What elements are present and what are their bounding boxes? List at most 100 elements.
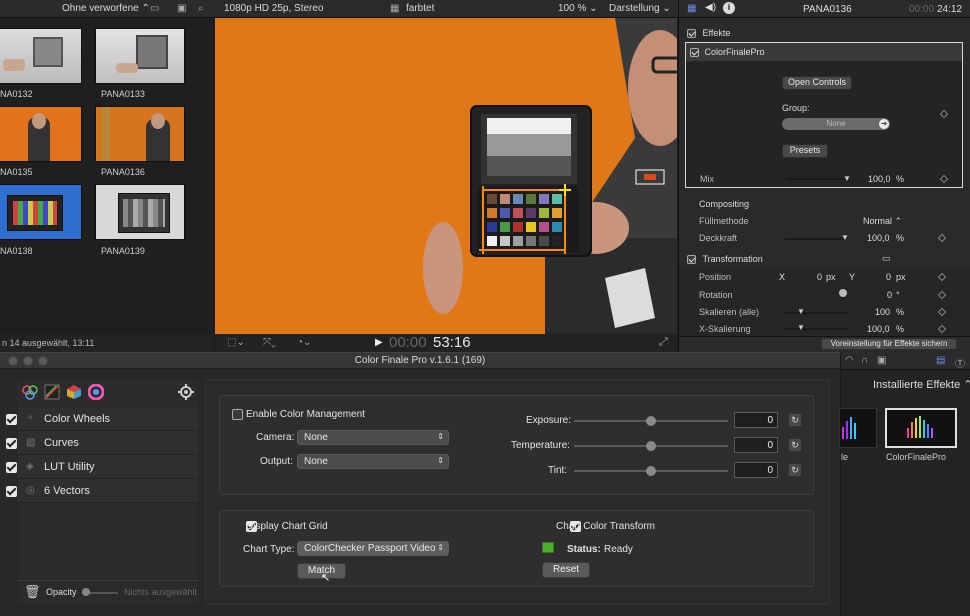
vectors-icon[interactable]: [88, 384, 104, 400]
effect-thumbnail-selected[interactable]: [885, 408, 957, 448]
lut-cube-icon[interactable]: [66, 384, 82, 400]
save-effects-preset-button[interactable]: Voreinstellung für Effekte sichern: [821, 338, 957, 350]
clip-thumbnail[interactable]: [0, 106, 82, 162]
headphones-icon[interactable]: ∩: [861, 355, 868, 366]
rotation-unit: °: [896, 290, 900, 300]
enable-color-management-checkbox[interactable]: [232, 409, 243, 420]
info-icon[interactable]: i: [723, 2, 735, 14]
clip-thumbnail[interactable]: [95, 106, 185, 162]
view-popup[interactable]: Darstellung ⌄: [609, 3, 671, 14]
output-select[interactable]: None ⇕: [297, 454, 449, 469]
scale-all-slider[interactable]: [785, 312, 847, 314]
tint-knob[interactable]: [646, 466, 656, 476]
scale-all-value[interactable]: 100: [875, 307, 890, 317]
presets-button[interactable]: Presets: [782, 144, 828, 158]
audio-effects-icon[interactable]: ◠: [845, 355, 854, 366]
curves-icon[interactable]: [44, 384, 60, 400]
clip-thumbnail[interactable]: [95, 28, 185, 84]
position-x-value[interactable]: 0: [817, 272, 822, 282]
scale-x-slider-knob[interactable]: ▼: [797, 323, 805, 332]
color-wheels-icon[interactable]: [22, 384, 38, 400]
opacity-value[interactable]: 100,0: [867, 233, 890, 243]
clip-thumbnail[interactable]: [0, 28, 82, 84]
transform-icon[interactable]: ⤧⌄: [263, 337, 276, 348]
speed-icon[interactable]: ◔⌄: [297, 337, 311, 348]
mix-value[interactable]: 100,0: [868, 174, 891, 184]
module-lut-utility[interactable]: ◈ LUT Utility: [6, 455, 198, 479]
camera-select[interactable]: None ⇕: [297, 430, 449, 445]
open-controls-button[interactable]: Open Controls: [782, 76, 852, 90]
module-checkbox[interactable]: [6, 486, 17, 497]
zoom-icon[interactable]: [38, 356, 48, 366]
transform-checkbox[interactable]: [687, 255, 696, 265]
effect-thumbnail[interactable]: [839, 408, 877, 448]
chart-type-value: ColorChecker Passport Video: [304, 543, 436, 554]
effect-header[interactable]: ColorFinalePro: [690, 47, 765, 58]
chart-type-select[interactable]: ColorChecker Passport Video ⇕: [297, 541, 449, 556]
close-icon[interactable]: [8, 356, 18, 366]
transform-header[interactable]: Transformation: [679, 254, 970, 265]
reset-button[interactable]: Reset: [542, 562, 590, 578]
crop-icon[interactable]: ⬚⌄: [227, 337, 245, 348]
keyframe-diamond[interactable]: [939, 174, 949, 184]
module-checkbox[interactable]: [6, 414, 17, 425]
scale-x-slider[interactable]: [785, 328, 847, 330]
onscreen-controls-icon[interactable]: ▭: [882, 253, 891, 264]
play-icon[interactable]: ▶: [375, 337, 383, 348]
viewer[interactable]: [215, 18, 677, 334]
zoom-popup[interactable]: 100 % ⌄: [558, 3, 598, 14]
filmstrip-icon[interactable]: ▣: [877, 355, 886, 366]
effects-checkbox[interactable]: [687, 29, 696, 39]
clip-browser: NA0132 PANA0133 NA0135 PANA0136 NA0138 P…: [0, 18, 214, 334]
module-curves[interactable]: ▨ Curves: [6, 431, 198, 455]
rotation-value[interactable]: 0: [887, 290, 892, 300]
minimize-icon[interactable]: [23, 356, 33, 366]
trash-icon[interactable]: 🗑: [24, 584, 41, 600]
module-checkbox[interactable]: [6, 462, 17, 473]
clip-thumbnail[interactable]: [0, 184, 82, 240]
temperature-knob[interactable]: [646, 441, 656, 451]
scale-all-unit: %: [896, 307, 905, 317]
clip-thumbnail[interactable]: [95, 184, 185, 240]
effects-browser-icon[interactable]: ▤: [936, 355, 945, 366]
tint-field[interactable]: 0: [734, 462, 778, 478]
exposure-reset-icon[interactable]: ↻: [788, 413, 802, 427]
video-inspector-icon[interactable]: ▦: [687, 3, 696, 14]
opacity-slider-knob[interactable]: ▼: [841, 233, 849, 242]
titles-icon[interactable]: Ⓣ: [955, 355, 965, 370]
installed-effects-popup[interactable]: Installierte Effekte ⌃: [873, 378, 970, 391]
status-label: Status:: [567, 544, 601, 555]
scale-x-value[interactable]: 100,0: [867, 324, 890, 334]
search-icon[interactable]: ⌕: [198, 3, 204, 14]
keyframe-diamond[interactable]: [939, 109, 949, 119]
effects-section-header[interactable]: Effekte: [679, 28, 970, 39]
compositing-header[interactable]: Compositing: [679, 199, 970, 209]
position-x-unit: px: [826, 272, 836, 282]
module-checkbox[interactable]: [6, 438, 17, 449]
module-color-wheels[interactable]: ⚬ Color Wheels: [6, 407, 198, 431]
rotation-dial[interactable]: [839, 289, 847, 297]
temperature-reset-icon[interactable]: ↻: [788, 438, 802, 452]
filter-popup[interactable]: Ohne verworfene ⌃: [62, 3, 150, 14]
clip-appearance-icon[interactable]: ▭: [150, 3, 159, 14]
gear-icon[interactable]: [178, 384, 194, 400]
module-opacity-knob[interactable]: [82, 588, 90, 596]
opacity-slider[interactable]: [785, 238, 847, 240]
audio-inspector-icon[interactable]: ◀): [705, 2, 716, 13]
exposure-field[interactable]: 0: [734, 412, 778, 428]
tint-reset-icon[interactable]: ↻: [788, 463, 802, 477]
group-popup[interactable]: None ➜: [782, 118, 890, 130]
module-6-vectors[interactable]: ◎ 6 Vectors: [6, 479, 198, 503]
position-y-value[interactable]: 0: [886, 272, 891, 282]
filmstrip-icon[interactable]: ▣: [177, 3, 186, 14]
scale-all-slider-knob[interactable]: ▼: [797, 307, 805, 316]
fullscreen-icon[interactable]: ⤢: [659, 336, 668, 349]
mix-slider-knob[interactable]: ▼: [843, 174, 851, 183]
effects-label: Effekte: [702, 28, 731, 38]
mix-slider[interactable]: [786, 178, 848, 180]
effect-checkbox[interactable]: [690, 48, 699, 58]
temperature-field[interactable]: 0: [734, 437, 778, 453]
window-titlebar[interactable]: Color Finale Pro v.1.6.1 (169): [0, 353, 840, 369]
fill-mode-popup[interactable]: Normal ⌃: [863, 216, 902, 227]
exposure-knob[interactable]: [646, 416, 656, 426]
